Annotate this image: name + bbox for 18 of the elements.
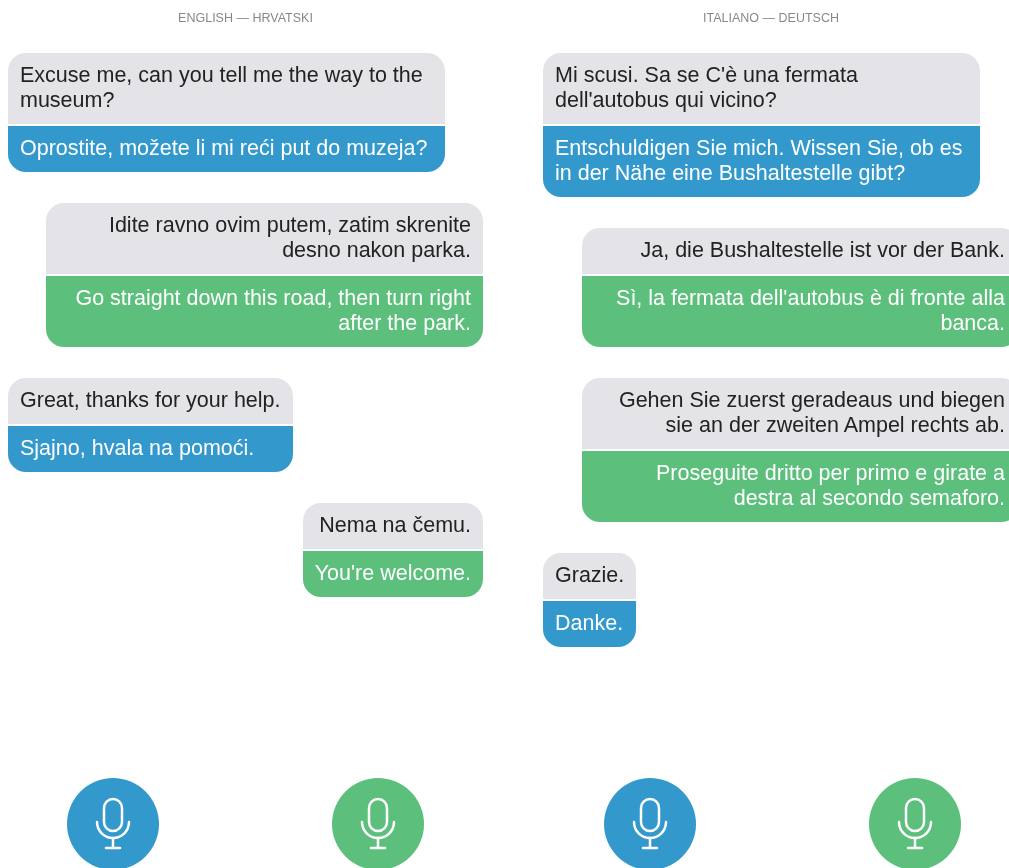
original-text: Grazie. <box>543 553 637 599</box>
translation-text: You're welcome. <box>302 549 483 597</box>
language-pair-title: ENGLISH — HRVATSKI <box>177 10 314 27</box>
original-text: Mi scusi. Sa se C'è una fermata dell'autobus qui vicino? <box>543 53 980 124</box>
language-pair-title: ITALIANO — DEUTSCH <box>702 10 840 27</box>
translation-text: Go straight down this road, then turn right after the park. <box>46 274 483 347</box>
translation-text: Sì, la fermata dell'autobus è di fronte alla banca. <box>582 274 1009 347</box>
translation-text: Sjajno, hvala na pomoći. <box>8 424 293 472</box>
translation-text: Entschuldigen Sie mich. Wissen Sie, ob es in der Nähe eine Bushaltestelle gibt? <box>543 124 980 197</box>
original-text: Great, thanks for your help. <box>8 378 293 424</box>
original-text: Ja, die Bushaltestelle ist vor der Bank. <box>582 228 1009 274</box>
translation-text: Oprostite, možete li mi reći put do muzeja? <box>8 124 445 172</box>
translation-text: Danke. <box>543 599 637 647</box>
original-text: Idite ravno ovim putem, zatim skrenite desno nakon parka. <box>46 203 483 274</box>
translation-text: Proseguite dritto per primo e girate a destra al secondo semaforo. <box>582 449 1009 522</box>
original-text: Excuse me, can you tell me the way to the museum? <box>8 53 445 124</box>
original-text: Gehen Sie zuerst geradeaus und biegen sie an der zweiten Ampel rechts ab. <box>582 378 1009 449</box>
original-text: Nema na čemu. <box>302 503 483 549</box>
